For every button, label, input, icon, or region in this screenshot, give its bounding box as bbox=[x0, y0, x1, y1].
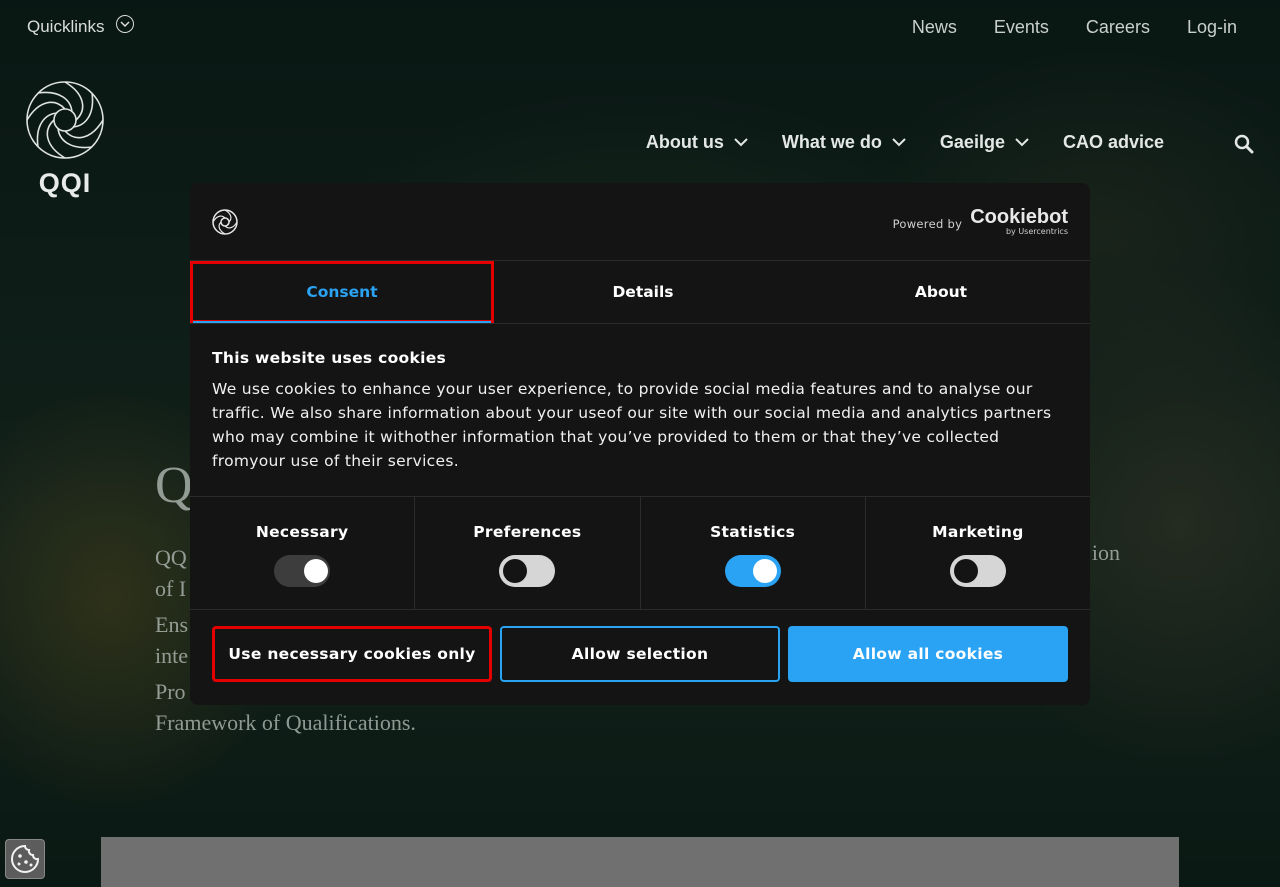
dialog-title: This website uses cookies bbox=[212, 349, 447, 367]
statistics-switch[interactable] bbox=[724, 555, 781, 587]
chevron-down-icon bbox=[734, 138, 748, 147]
nav-cao-advice[interactable]: CAO advice bbox=[1063, 132, 1164, 153]
allow-selection-button[interactable]: Allow selection bbox=[500, 626, 780, 682]
dialog-tabs: Consent Details About bbox=[190, 261, 1090, 324]
cookie-icon bbox=[11, 844, 40, 873]
events-link[interactable]: Events bbox=[994, 17, 1049, 38]
switch-knob bbox=[953, 559, 978, 583]
nav-label: Gaeilge bbox=[939, 132, 1005, 152]
cookiebot-brand: Cookiebot bbox=[970, 206, 1068, 228]
preferences-switch[interactable] bbox=[499, 555, 556, 587]
switch-knob bbox=[752, 559, 777, 583]
toggle-label: Statistics bbox=[710, 523, 796, 541]
qqi-logo-mark bbox=[26, 81, 104, 159]
news-link[interactable]: News bbox=[912, 17, 957, 38]
main-nav: About us What we do Gaeilge CAO advice bbox=[612, 132, 1164, 153]
switch-knob bbox=[503, 559, 528, 583]
switch-knob bbox=[304, 559, 329, 583]
necessary-switch bbox=[274, 555, 331, 587]
chevron-down-icon bbox=[1015, 138, 1029, 147]
chevron-down-icon bbox=[892, 138, 906, 147]
site-logo-icon bbox=[212, 209, 238, 235]
search-button[interactable] bbox=[1234, 134, 1254, 154]
logo-text: QQI bbox=[38, 168, 92, 198]
toggle-label: Preferences bbox=[473, 523, 582, 541]
toggle-marketing-cell: Marketing bbox=[866, 497, 1090, 609]
use-necessary-cookies-button[interactable]: Use necessary cookies only bbox=[212, 626, 492, 682]
nav-label: About us bbox=[645, 132, 724, 152]
nav-about-us[interactable]: About us bbox=[646, 132, 748, 153]
toggle-label: Marketing bbox=[932, 523, 1024, 541]
qqi-logo[interactable]: QQI bbox=[25, 80, 105, 202]
tab-consent[interactable]: Consent bbox=[190, 261, 494, 323]
allow-all-cookies-button[interactable]: Allow all cookies bbox=[788, 626, 1068, 682]
toggle-preferences-cell: Preferences bbox=[415, 497, 641, 609]
chevron-down-icon bbox=[116, 15, 135, 33]
search-icon bbox=[1234, 134, 1254, 154]
consent-toggles: Necessary Preferences Statistics Marketi… bbox=[190, 496, 1090, 610]
toggle-necessary-cell: Necessary bbox=[190, 497, 416, 609]
powered-by-label: Powered by bbox=[892, 217, 963, 231]
tab-details[interactable]: Details bbox=[494, 261, 792, 323]
cookiebot-sub: by Usercentrics bbox=[1005, 227, 1068, 236]
nav-gaeilge[interactable]: Gaeilge bbox=[940, 132, 1029, 153]
powered-by-cookiebot[interactable]: Powered by Cookiebot by Usercentrics bbox=[893, 207, 1068, 237]
utility-links: News Events Careers Log-in bbox=[912, 17, 1237, 38]
toggle-label: Necessary bbox=[255, 523, 349, 541]
utility-bar: Quicklinks News Events Careers Log-in bbox=[0, 0, 1280, 56]
dialog-buttons: Use necessary cookies only Allow selecti… bbox=[212, 626, 1068, 682]
nav-what-we-do[interactable]: What we do bbox=[782, 132, 906, 153]
quicklinks-label: Quicklinks bbox=[27, 17, 105, 36]
login-link[interactable]: Log-in bbox=[1187, 17, 1237, 38]
dialog-header: Powered by Cookiebot by Usercentrics bbox=[190, 183, 1090, 261]
hero-paragraph-end: ion bbox=[1091, 540, 1120, 565]
nav-label: What we do bbox=[781, 132, 882, 152]
marketing-switch[interactable] bbox=[949, 555, 1006, 587]
toggle-statistics-cell: Statistics bbox=[641, 497, 866, 609]
cookiebot-logo: Cookiebot by Usercentrics bbox=[970, 207, 1068, 237]
careers-link[interactable]: Careers bbox=[1086, 17, 1150, 38]
tab-about[interactable]: About bbox=[792, 261, 1090, 323]
nav-label: CAO advice bbox=[1062, 132, 1164, 152]
quicklinks-toggle[interactable]: Quicklinks bbox=[27, 15, 135, 37]
cookie-settings-button[interactable] bbox=[5, 839, 45, 879]
cookie-consent-dialog: Powered by Cookiebot by Usercentrics Con… bbox=[190, 183, 1090, 705]
content-panel bbox=[101, 837, 1179, 887]
dialog-body: This website uses cookies We use cookies… bbox=[212, 349, 1068, 473]
dialog-description: We use cookies to enhance your user expe… bbox=[212, 380, 1052, 470]
